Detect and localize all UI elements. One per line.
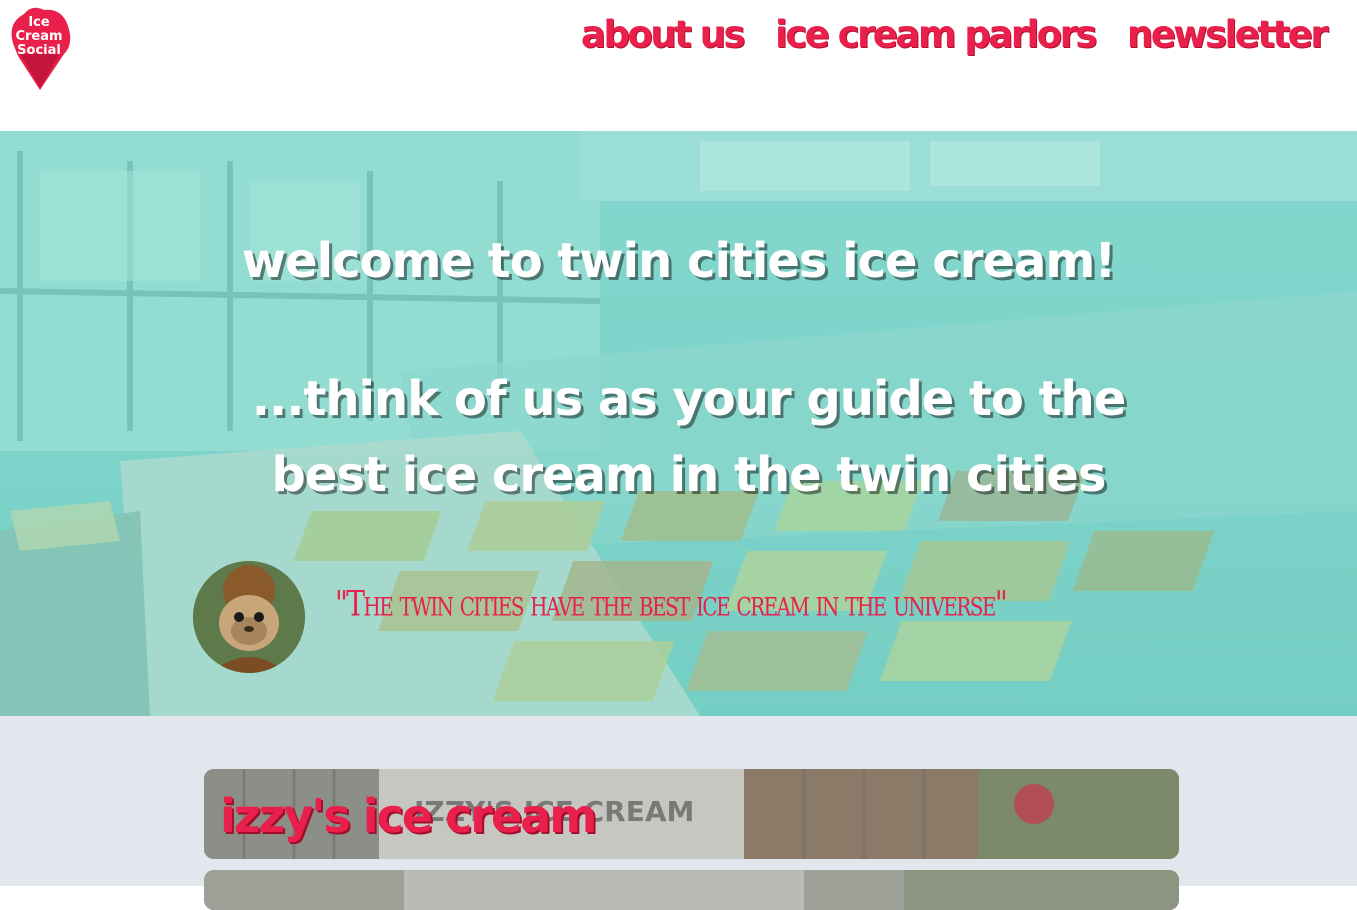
parlor-storefront-image (204, 870, 1179, 910)
svg-text:Social: Social (17, 43, 61, 58)
parlors-section: IZZY'S ICE CREAM izzy's ice cream (0, 716, 1357, 910)
parlor-name: izzy's ice cream (220, 789, 597, 843)
hero-subtitle: ...think of us as your guide to the best… (251, 371, 1127, 503)
nav-about-us[interactable]: about us (581, 10, 746, 60)
ice-cream-cone-logo-icon: Ice Cream Social (11, 7, 71, 90)
hero-banner: welcome to twin cities ice cream! ...thi… (0, 131, 1357, 716)
nav-newsletter[interactable]: newsletter (1127, 10, 1329, 60)
ice-cream-social-logo[interactable]: Ice Cream Social (4, 4, 74, 94)
hero-title: welcome to twin cities ice cream! (241, 233, 1117, 289)
hero-quote: "The twin cities have the best ice cream… (335, 583, 1008, 625)
ewok-avatar (193, 561, 305, 673)
parlor-card[interactable] (204, 870, 1179, 910)
svg-text:Ice: Ice (28, 15, 50, 30)
nav-ice-cream-parlors[interactable]: ice cream parlors (775, 10, 1097, 60)
main-nav: about us ice cream parlors newsletter (581, 10, 1329, 60)
site-header: Ice Cream Social about us ice cream parl… (0, 0, 1357, 131)
parlor-card[interactable]: IZZY'S ICE CREAM izzy's ice cream (204, 769, 1179, 859)
ewok-portrait-icon (193, 561, 305, 673)
svg-text:Cream: Cream (15, 29, 62, 44)
